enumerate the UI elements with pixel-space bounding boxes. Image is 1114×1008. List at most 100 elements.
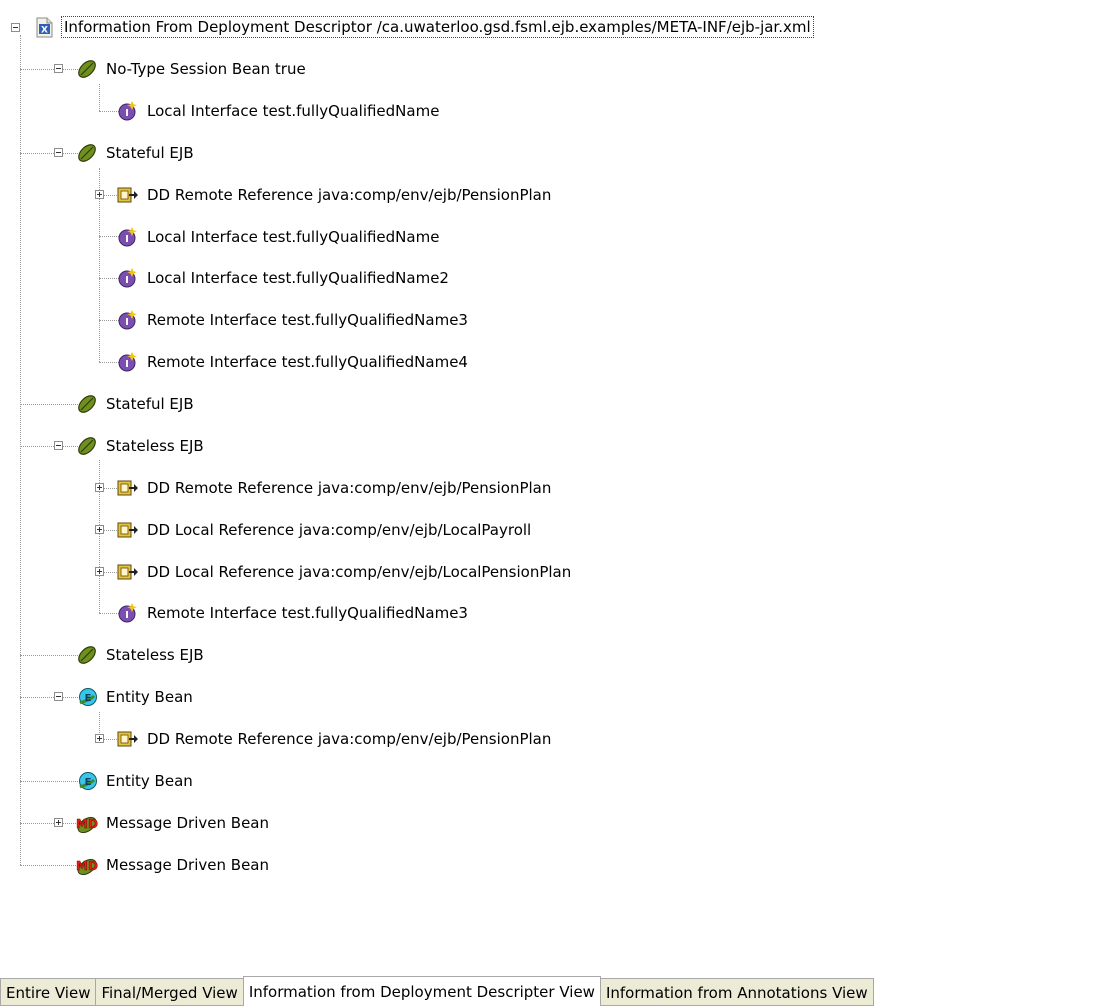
collapse-toggle[interactable]	[11, 23, 20, 32]
tree-guide-line	[20, 823, 78, 824]
svg-text:X: X	[41, 26, 48, 36]
tree-node-label: DD Remote Reference java:comp/env/ejb/Pe…	[147, 186, 552, 204]
tab-deployment-descripter-view[interactable]: Information from Deployment Descripter V…	[242, 976, 601, 1006]
tree-node-label: Local Interface test.fullyQualifiedName	[147, 102, 440, 120]
interface-icon: I	[117, 309, 139, 331]
tree-node-entity-bean[interactable]: E Entity Bean	[76, 685, 195, 709]
tree-node-reference[interactable]: DD Local Reference java:comp/env/ejb/Loc…	[117, 560, 573, 584]
tree-node-session-bean[interactable]: Stateful EJB	[76, 141, 196, 165]
tree-node-label: Remote Interface test.fullyQualifiedName…	[147, 604, 468, 622]
tab-annotations-view[interactable]: Information from Annotations View	[599, 978, 874, 1006]
tree-node-interface[interactable]: I Local Interface test.fullyQualifiedNam…	[117, 225, 441, 249]
tree-node-label: Local Interface test.fullyQualifiedName	[147, 228, 440, 246]
tree-node-label: Stateless EJB	[106, 437, 204, 455]
tree-root-label: Information From Deployment Descriptor /…	[61, 16, 814, 38]
session-bean-icon	[76, 58, 98, 80]
tree-node-label: No-Type Session Bean true	[106, 60, 306, 78]
tree-node-session-bean[interactable]: Stateful EJB	[76, 392, 196, 416]
xml-file-icon: X	[33, 16, 55, 38]
tree-node-reference[interactable]: DD Local Reference java:comp/env/ejb/Loc…	[117, 518, 533, 542]
interface-icon: I	[117, 602, 139, 624]
tree-guide-line	[20, 446, 78, 447]
tree-guide-line	[99, 111, 119, 112]
tree-node-label: Remote Interface test.fullyQualifiedName…	[147, 353, 468, 371]
tree-node-label: Remote Interface test.fullyQualifiedName…	[147, 311, 468, 329]
entity-bean-icon: E	[76, 770, 98, 792]
tree-guide-line	[99, 613, 119, 614]
tree-node-label: DD Local Reference java:comp/env/ejb/Loc…	[147, 563, 572, 581]
session-bean-icon	[76, 644, 98, 666]
tree-guide-line	[99, 320, 119, 321]
tree-guide-line	[20, 865, 78, 866]
session-bean-icon	[76, 435, 98, 457]
reference-icon	[117, 519, 139, 541]
reference-icon	[117, 184, 139, 206]
tree-node-entity-bean[interactable]: E Entity Bean	[76, 769, 195, 793]
svg-text:MD: MD	[76, 817, 98, 831]
session-bean-icon	[76, 393, 98, 415]
tree-node-label: Local Interface test.fullyQualifiedName2	[147, 269, 449, 287]
interface-icon: I	[117, 267, 139, 289]
tree-node-session-bean[interactable]: Stateless EJB	[76, 434, 206, 458]
svg-text:I: I	[125, 610, 129, 621]
svg-text:MD: MD	[76, 859, 98, 873]
expand-toggle[interactable]	[95, 483, 104, 492]
tree-node-label: Message Driven Bean	[106, 856, 269, 874]
svg-text:I: I	[125, 234, 129, 245]
message-driven-bean-icon: MD	[76, 812, 98, 834]
svg-text:I: I	[125, 275, 129, 286]
interface-icon: I	[117, 226, 139, 248]
tree-node-message-driven-bean[interactable]: MD Message Driven Bean	[76, 853, 271, 877]
collapse-toggle[interactable]	[54, 441, 63, 450]
svg-text:I: I	[125, 359, 129, 370]
tree-node-interface[interactable]: I Remote Interface test.fullyQualifiedNa…	[117, 308, 470, 332]
tree-root-node[interactable]: X Information From Deployment Descriptor…	[33, 15, 814, 39]
tree-node-interface[interactable]: I Local Interface test.fullyQualifiedNam…	[117, 266, 451, 290]
expand-toggle[interactable]	[95, 567, 104, 576]
expand-toggle[interactable]	[95, 190, 104, 199]
tree-guide-line	[20, 35, 21, 865]
tree-node-label: Message Driven Bean	[106, 814, 269, 832]
entity-bean-icon: E	[76, 686, 98, 708]
tree-node-session-bean[interactable]: No-Type Session Bean true	[76, 57, 308, 81]
tree-node-reference[interactable]: DD Remote Reference java:comp/env/ejb/Pe…	[117, 727, 553, 751]
svg-text:I: I	[125, 317, 129, 328]
tree-node-interface[interactable]: I Remote Interface test.fullyQualifiedNa…	[117, 601, 470, 625]
tree-node-label: Stateful EJB	[106, 395, 194, 413]
tree-node-reference[interactable]: DD Remote Reference java:comp/env/ejb/Pe…	[117, 476, 553, 500]
expand-toggle[interactable]	[54, 818, 63, 827]
expand-toggle[interactable]	[95, 525, 104, 534]
tree-guide-line	[99, 236, 119, 237]
tree-guide-line	[99, 278, 119, 279]
reference-icon	[117, 477, 139, 499]
tree-node-session-bean[interactable]: Stateless EJB	[76, 643, 206, 667]
tree-node-reference[interactable]: DD Remote Reference java:comp/env/ejb/Pe…	[117, 183, 553, 207]
collapse-toggle[interactable]	[54, 148, 63, 157]
tree-node-label: Entity Bean	[106, 772, 193, 790]
tree-node-interface[interactable]: I Remote Interface test.fullyQualifiedNa…	[117, 350, 470, 374]
svg-text:E: E	[85, 693, 92, 704]
reference-icon	[117, 728, 139, 750]
tab-final-merged-view[interactable]: Final/Merged View	[95, 978, 244, 1006]
view-tab-bar: Entire View Final/Merged View Informatio…	[0, 976, 1114, 1006]
tree-node-label: DD Remote Reference java:comp/env/ejb/Pe…	[147, 479, 552, 497]
interface-icon: I	[117, 100, 139, 122]
collapse-toggle[interactable]	[54, 64, 63, 73]
tree-guide-line	[20, 153, 78, 154]
tree-node-label: Entity Bean	[106, 688, 193, 706]
tree-guide-line	[20, 655, 78, 656]
session-bean-icon	[76, 142, 98, 164]
reference-icon	[117, 561, 139, 583]
interface-icon: I	[117, 351, 139, 373]
expand-toggle[interactable]	[95, 734, 104, 743]
tree-node-label: Stateful EJB	[106, 144, 194, 162]
message-driven-bean-icon: MD	[76, 854, 98, 876]
tree-node-message-driven-bean[interactable]: MD Message Driven Bean	[76, 811, 271, 835]
tree-guide-line	[20, 69, 78, 70]
collapse-toggle[interactable]	[54, 692, 63, 701]
tab-entire-view[interactable]: Entire View	[0, 978, 97, 1006]
svg-text:E: E	[85, 777, 92, 788]
tree-guide-line	[99, 362, 119, 363]
tree-node-interface[interactable]: I Local Interface test.fullyQualifiedNam…	[117, 99, 441, 123]
tree-node-label: DD Remote Reference java:comp/env/ejb/Pe…	[147, 730, 552, 748]
